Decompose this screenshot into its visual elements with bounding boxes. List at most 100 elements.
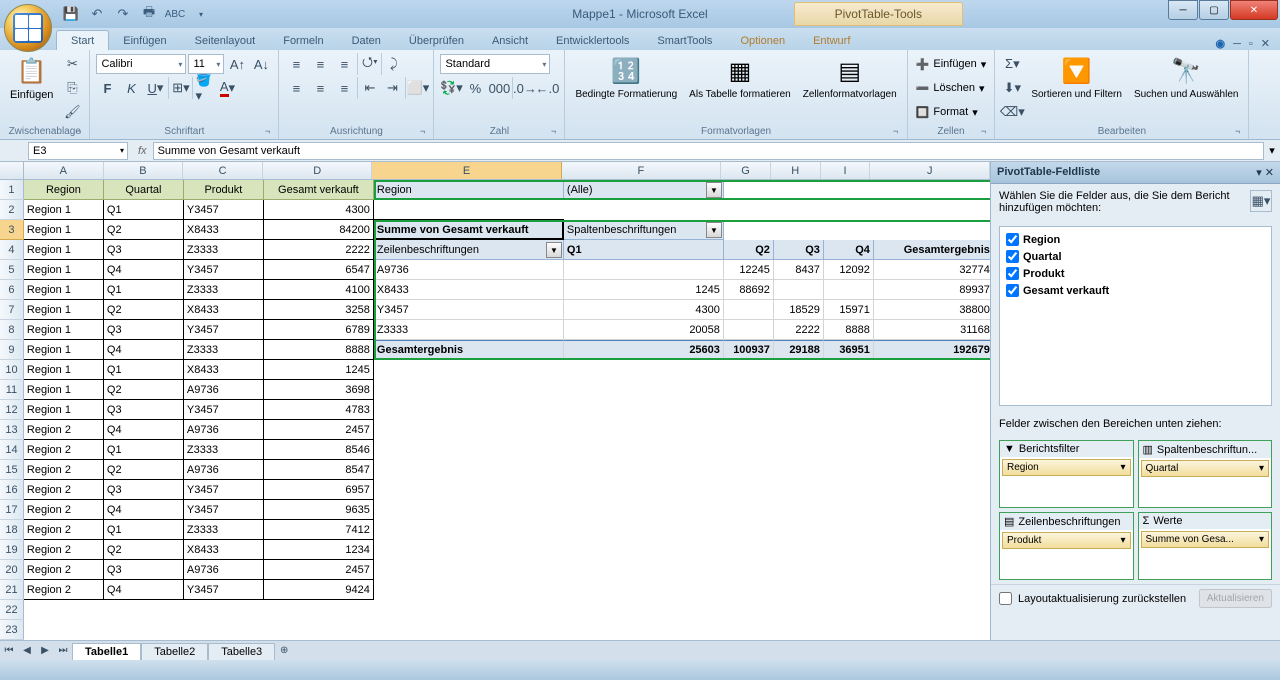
- align-middle-icon[interactable]: ≡: [309, 53, 331, 75]
- cell[interactable]: 2222: [774, 320, 824, 340]
- cell[interactable]: 29188: [774, 340, 824, 360]
- sort-filter-button[interactable]: 🔽Sortieren und Filtern: [1027, 53, 1126, 102]
- align-center-icon[interactable]: ≡: [309, 77, 331, 99]
- cell[interactable]: Y3457: [184, 480, 264, 500]
- cell[interactable]: X8433: [184, 300, 264, 320]
- field-checkbox[interactable]: [1006, 267, 1019, 280]
- zone-item-values[interactable]: Summe von Gesa...▾: [1141, 531, 1270, 548]
- ribbon-minimize-icon[interactable]: ─: [1233, 38, 1241, 50]
- cell[interactable]: Q3: [104, 240, 184, 260]
- tab-ansicht[interactable]: Ansicht: [478, 31, 542, 50]
- cell[interactable]: Z3333: [184, 520, 264, 540]
- cell[interactable]: A9736: [184, 380, 264, 400]
- cell[interactable]: 1234: [264, 540, 374, 560]
- cell[interactable]: 2457: [264, 420, 374, 440]
- cell[interactable]: A9736: [184, 420, 264, 440]
- field-item[interactable]: Gesamt verkauft: [1004, 282, 1267, 299]
- field-checkbox[interactable]: [1006, 250, 1019, 263]
- decrease-indent-icon[interactable]: ⇤: [357, 77, 379, 99]
- cell[interactable]: 4300: [264, 200, 374, 220]
- row-header-5[interactable]: 5: [0, 260, 24, 280]
- field-checkbox[interactable]: [1006, 233, 1019, 246]
- percent-icon[interactable]: %: [464, 77, 486, 99]
- currency-icon[interactable]: 💱▾: [440, 77, 462, 99]
- increase-indent-icon[interactable]: ⇥: [381, 77, 403, 99]
- first-sheet-icon[interactable]: ⏮: [0, 645, 18, 656]
- autosum-icon[interactable]: Σ▾: [1001, 53, 1023, 75]
- cell[interactable]: Region 2: [24, 560, 104, 580]
- cell[interactable]: Region 2: [24, 540, 104, 560]
- row-header-10[interactable]: 10: [0, 360, 24, 380]
- cell[interactable]: 6789: [264, 320, 374, 340]
- cell[interactable]: 18529: [774, 300, 824, 320]
- cell[interactable]: Q3: [774, 240, 824, 260]
- cell[interactable]: [724, 300, 774, 320]
- tab-formeln[interactable]: Formeln: [269, 31, 337, 50]
- cell[interactable]: Region 1: [24, 260, 104, 280]
- row-header-11[interactable]: 11: [0, 380, 24, 400]
- cell[interactable]: Y3457: [184, 320, 264, 340]
- font-name-combo[interactable]: Calibri: [96, 54, 186, 74]
- cell[interactable]: Region 1: [24, 320, 104, 340]
- field-item[interactable]: Quartal: [1004, 248, 1267, 265]
- cell[interactable]: Z3333: [184, 440, 264, 460]
- cell[interactable]: Q3: [104, 480, 184, 500]
- cell[interactable]: 12092: [824, 260, 874, 280]
- cell[interactable]: Gesamtergebnis: [874, 240, 990, 260]
- cell[interactable]: Q3: [104, 400, 184, 420]
- zone-row-labels[interactable]: ▤Zeilenbeschriftungen Produkt▾: [999, 512, 1134, 580]
- cell[interactable]: 4300: [564, 300, 724, 320]
- cell[interactable]: Region 1: [24, 240, 104, 260]
- row-header-14[interactable]: 14: [0, 440, 24, 460]
- cell[interactable]: 32774: [874, 260, 990, 280]
- align-left-icon[interactable]: ≡: [285, 77, 307, 99]
- close-button[interactable]: ✕: [1230, 0, 1278, 20]
- format-cells-button[interactable]: 🔲 Format ▾: [914, 101, 980, 123]
- cell[interactable]: A9736: [184, 560, 264, 580]
- row-header-6[interactable]: 6: [0, 280, 24, 300]
- tab-start[interactable]: Start: [56, 30, 109, 50]
- cell[interactable]: Region 2: [24, 440, 104, 460]
- tab-optionen[interactable]: Optionen: [726, 31, 799, 50]
- cell[interactable]: 88692: [724, 280, 774, 300]
- cell[interactable]: Region: [374, 180, 564, 200]
- field-list[interactable]: RegionQuartalProduktGesamt verkauft: [999, 226, 1272, 406]
- zone-item-quartal[interactable]: Quartal▾: [1141, 460, 1270, 477]
- cell[interactable]: Q4: [104, 500, 184, 520]
- cell-styles-button[interactable]: ▤Zellenformatvorlagen: [799, 53, 901, 102]
- comma-icon[interactable]: 000: [488, 77, 510, 99]
- layout-options-icon[interactable]: ▦▾: [1250, 190, 1272, 212]
- taskpane-close-icon[interactable]: ✕: [1265, 167, 1274, 179]
- undo-icon[interactable]: ↶: [86, 3, 108, 25]
- shrink-font-icon[interactable]: A↓: [250, 53, 272, 75]
- cell[interactable]: 31168: [874, 320, 990, 340]
- row-header-2[interactable]: 2: [0, 200, 24, 220]
- doc-restore-icon[interactable]: ▫: [1249, 38, 1253, 50]
- cell[interactable]: Q3: [104, 560, 184, 580]
- cell[interactable]: Gesamtergebnis: [374, 340, 564, 360]
- font-size-combo[interactable]: 11: [188, 54, 224, 74]
- prev-sheet-icon[interactable]: ◀: [18, 645, 36, 656]
- dropdown-icon[interactable]: ▼: [706, 222, 722, 238]
- cell[interactable]: Q2: [104, 540, 184, 560]
- tab-einfuegen[interactable]: Einfügen: [109, 31, 180, 50]
- cell[interactable]: Q1: [104, 200, 184, 220]
- cell[interactable]: 38800: [874, 300, 990, 320]
- cell[interactable]: 6547: [264, 260, 374, 280]
- fill-icon[interactable]: ⬇▾: [1001, 77, 1023, 99]
- cell[interactable]: Z3333: [374, 320, 564, 340]
- cell[interactable]: Z3333: [184, 340, 264, 360]
- cell[interactable]: Region 1: [24, 400, 104, 420]
- cell[interactable]: Region 1: [24, 280, 104, 300]
- col-header-F[interactable]: F: [562, 162, 721, 179]
- align-top-icon[interactable]: ≡: [285, 53, 307, 75]
- office-button[interactable]: [4, 4, 52, 52]
- font-color-icon[interactable]: A▾: [216, 77, 238, 99]
- cell[interactable]: 8888: [824, 320, 874, 340]
- cell[interactable]: X8433: [184, 540, 264, 560]
- cell[interactable]: Q4: [104, 340, 184, 360]
- cell[interactable]: Y3457: [184, 260, 264, 280]
- format-as-table-button[interactable]: ▦Als Tabelle formatieren: [685, 53, 795, 102]
- sheet-tab-2[interactable]: Tabelle2: [141, 643, 208, 660]
- cell[interactable]: 9635: [264, 500, 374, 520]
